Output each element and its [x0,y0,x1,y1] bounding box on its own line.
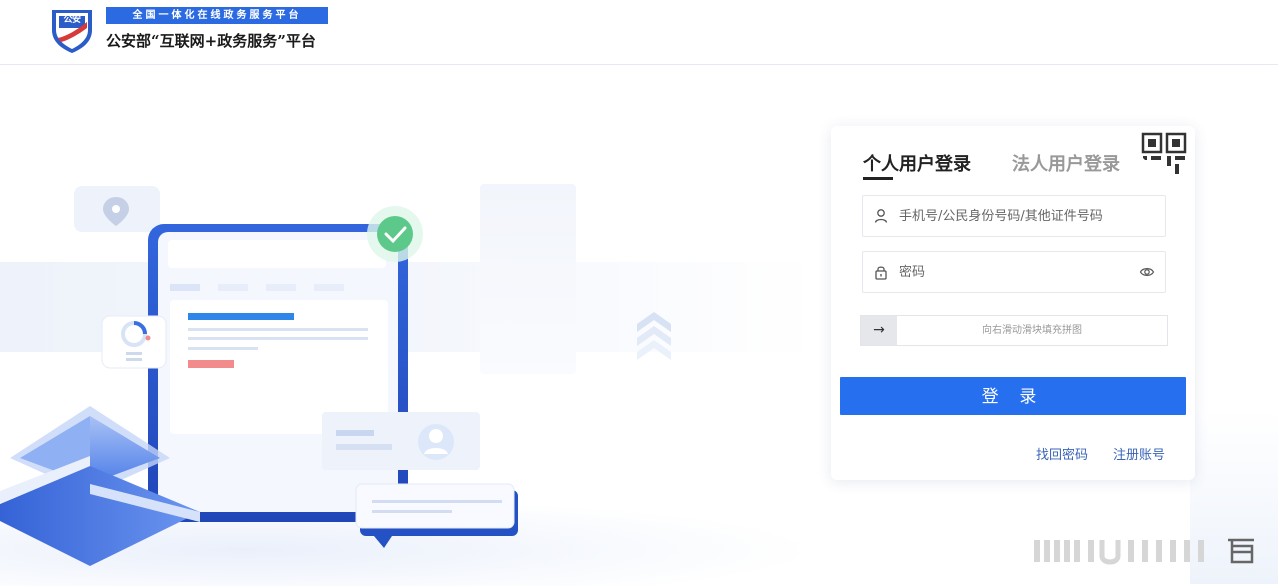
tab-personal-login[interactable]: 个人用户登录 [863,150,971,176]
hero-illustration [0,66,820,586]
slider-handle[interactable]: → [861,316,897,345]
platform-subtitle: 公安部“互联网+政务服务”平台 [106,32,316,50]
account-input[interactable] [897,196,1137,236]
illustration-graphic [0,186,671,566]
decorative-glyph-strip [1034,538,1254,565]
top-header: 公安 全国一体化在线政务服务平台 公安部“互联网+政务服务”平台 [0,0,1278,65]
forgot-password-link[interactable]: 找回密码 [1036,444,1088,463]
password-input[interactable] [897,252,1137,292]
register-link[interactable]: 注册账号 [1113,444,1165,463]
platform-banner-title: 全国一体化在线政务服务平台 [106,7,328,24]
slider-hint: 向右滑动滑块填充拼图 [982,325,1082,336]
user-icon [874,209,888,223]
login-button[interactable]: 登 录 [840,377,1186,415]
password-field [862,251,1166,293]
slider-captcha: → 向右滑动滑块填充拼图 [860,315,1168,346]
lock-icon [875,266,887,280]
eye-icon[interactable] [1139,264,1155,280]
badge-text: 公安 [63,15,81,25]
active-tab-indicator [863,177,893,180]
login-card: 个人用户登录 法人用户登录 手机号/公民身份号码/其他证件号码 → 向右滑动滑块… [831,126,1195,480]
police-badge-logo[interactable]: 公安 [49,6,95,54]
account-field [862,195,1166,237]
qr-code-icon [1135,132,1187,182]
qr-login-toggle[interactable] [1135,126,1195,182]
tab-corporate-login[interactable]: 法人用户登录 [1012,150,1120,176]
